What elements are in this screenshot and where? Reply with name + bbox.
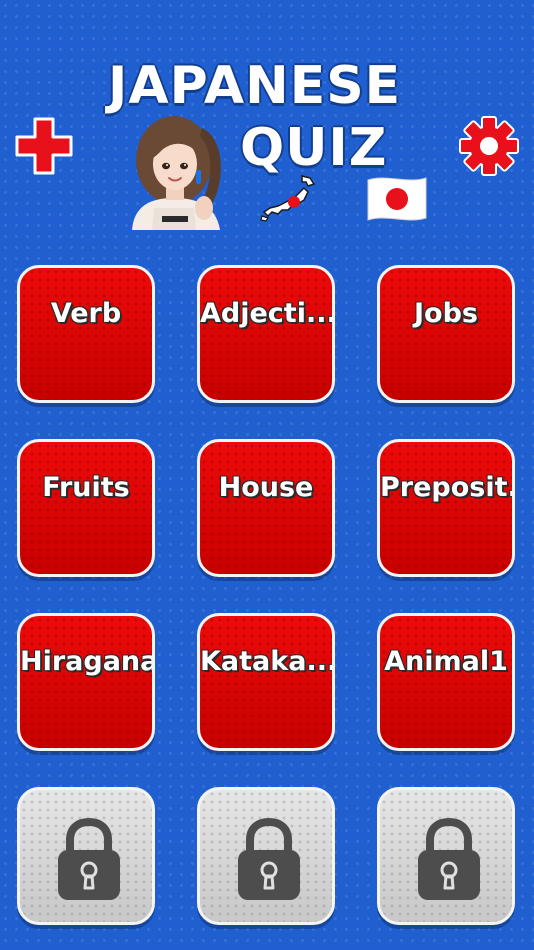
gear-icon [459,116,519,176]
locked-category-tile[interactable] [197,787,335,925]
header: JAPANESE QUIZ [0,0,534,250]
mascot-illustration [124,108,232,230]
category-tile-hiragana[interactable]: Hiragana [17,613,155,751]
category-tile-house[interactable]: House [197,439,335,577]
category-tile-jobs[interactable]: Jobs [377,265,515,403]
category-tile-fruits[interactable]: Fruits [17,439,155,577]
japan-map-icon [258,172,320,222]
category-tile-adjective[interactable]: Adjecti... [197,265,335,403]
category-label: Jobs [414,298,478,329]
add-button[interactable] [13,115,75,177]
category-tile-verb[interactable]: Verb [17,265,155,403]
japan-flag-icon [364,174,430,224]
category-tile-preposition[interactable]: Preposit... [377,439,515,577]
lock-icon [234,817,304,902]
category-label: Kataka... [200,646,335,677]
category-label: Hiragana [20,646,155,677]
category-label: Adjecti... [200,298,335,329]
app-title-line-1: JAPANESE [108,56,402,116]
category-tile-animal1[interactable]: Animal1 [377,613,515,751]
category-label: House [218,472,314,503]
category-label: Animal1 [384,646,508,677]
lock-icon [54,817,124,902]
app-title-line-2: QUIZ [240,118,388,178]
locked-category-tile[interactable] [377,787,515,925]
category-label: Verb [50,298,122,329]
locked-category-tile[interactable] [17,787,155,925]
settings-button[interactable] [458,115,520,177]
plus-icon [15,117,73,175]
category-label: Fruits [42,472,130,503]
category-tile-katakana[interactable]: Kataka... [197,613,335,751]
lock-icon [414,817,484,902]
category-label: Preposit... [380,472,512,503]
